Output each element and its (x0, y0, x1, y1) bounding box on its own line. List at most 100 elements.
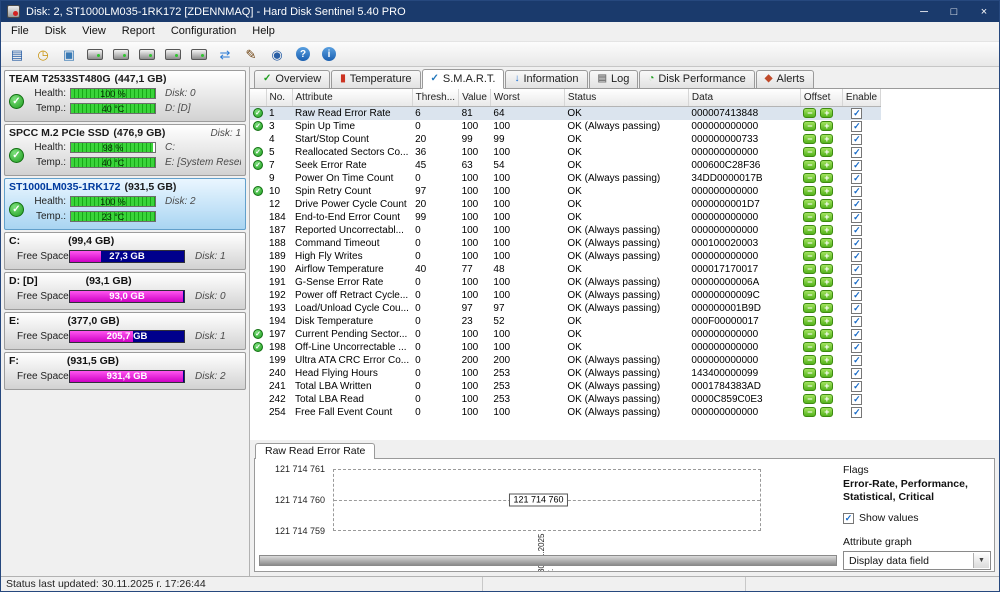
column-header-worst[interactable]: Worst (490, 89, 565, 107)
marker-pen-icon[interactable]: ✎ (239, 44, 263, 65)
enable-checkbox[interactable]: ✓ (851, 108, 863, 119)
column-header-attribute[interactable]: Attribute (292, 89, 413, 107)
menu-configuration[interactable]: Configuration (163, 23, 244, 40)
offset-increase-button[interactable]: + (820, 394, 834, 404)
offset-decrease-button[interactable]: − (803, 238, 817, 248)
menu-report[interactable]: Report (114, 23, 163, 40)
smart-row-12[interactable]: 12 Drive Power Cycle Count 20 100 100 OK 00000… (250, 198, 881, 211)
disk-icon-3[interactable] (135, 44, 159, 65)
menu-help[interactable]: Help (244, 23, 283, 40)
smart-row-188[interactable]: 188 Command Timeout 0 100 100 OK (Always pass… (250, 237, 881, 250)
smart-row-7[interactable]: ✓ 7 Seek Error Rate 45 63 54 OK 000600C28F36 − + ✓ (250, 159, 881, 172)
smart-row-254[interactable]: 254 Free Fall Event Count 0 100 100 OK (Alway… (250, 406, 881, 419)
smart-row-192[interactable]: 192 Power off Retract Cycle... 0 100 100 OK (… (250, 289, 881, 302)
tab-temperature[interactable]: ▮ Temperature (331, 70, 421, 89)
enable-checkbox[interactable]: ✓ (851, 173, 863, 184)
enable-checkbox[interactable]: ✓ (851, 238, 863, 249)
offset-decrease-button[interactable]: − (803, 199, 817, 209)
offset-decrease-button[interactable]: − (803, 160, 817, 170)
column-header-thresh[interactable]: Thresh... (412, 89, 460, 107)
disk-sync-icon[interactable] (187, 44, 211, 65)
enable-checkbox[interactable]: ✓ (851, 329, 863, 340)
offset-decrease-button[interactable]: − (803, 186, 817, 196)
report-icon[interactable]: ▤ (5, 44, 29, 65)
offset-decrease-button[interactable]: − (803, 342, 817, 352)
offset-decrease-button[interactable]: − (803, 277, 817, 287)
partition-item-f[interactable]: F: (931,5 GB) Free Space 931,4 GB Disk: 2 (4, 352, 246, 390)
smart-row-190[interactable]: 190 Airflow Temperature 40 77 48 OK 0000171700… (250, 263, 881, 276)
offset-increase-button[interactable]: + (820, 303, 834, 313)
enable-checkbox[interactable]: ✓ (851, 225, 863, 236)
offset-increase-button[interactable]: + (820, 251, 834, 261)
column-header-enable[interactable]: Enable (842, 89, 882, 107)
offset-increase-button[interactable]: + (820, 407, 834, 417)
offset-decrease-button[interactable]: − (803, 251, 817, 261)
help-icon[interactable]: ? (291, 44, 315, 65)
maximize-button[interactable]: □ (939, 1, 969, 22)
offset-increase-button[interactable]: + (820, 160, 834, 170)
globe-icon[interactable]: ◉ (265, 44, 289, 65)
disk-icon-2[interactable] (109, 44, 133, 65)
offset-increase-button[interactable]: + (820, 381, 834, 391)
smart-row-10[interactable]: ✓ 10 Spin Retry Count 97 100 100 OK 00000000000… (250, 185, 881, 198)
enable-checkbox[interactable]: ✓ (851, 355, 863, 366)
enable-checkbox[interactable]: ✓ (851, 121, 863, 132)
tab-overview[interactable]: ✓ Overview (254, 70, 331, 89)
smart-row-199[interactable]: 199 Ultra ATA CRC Error Co... 0 200 200 OK (A… (250, 354, 881, 367)
enable-checkbox[interactable]: ✓ (851, 160, 863, 171)
offset-increase-button[interactable]: + (820, 225, 834, 235)
offset-increase-button[interactable]: + (820, 173, 834, 183)
enable-checkbox[interactable]: ✓ (851, 251, 863, 262)
enable-checkbox[interactable]: ✓ (851, 394, 863, 405)
offset-decrease-button[interactable]: − (803, 407, 817, 417)
smart-row-5[interactable]: ✓ 5 Reallocated Sectors Co... 36 100 100 OK 000… (250, 146, 881, 159)
smart-row-198[interactable]: ✓ 198 Off-Line Uncorrectable ... 0 100 100 OK 0… (250, 341, 881, 354)
monitor-graph-icon[interactable]: ▣ (57, 44, 81, 65)
offset-increase-button[interactable]: + (820, 316, 834, 326)
smart-row-242[interactable]: 242 Total LBA Read 0 100 253 OK (Always passi… (250, 393, 881, 406)
partition-item-c[interactable]: C: (99,4 GB) Free Space 27,3 GB Disk: 1 (4, 232, 246, 270)
minimize-button[interactable]: ─ (909, 1, 939, 22)
offset-decrease-button[interactable]: − (803, 355, 817, 365)
offset-increase-button[interactable]: + (820, 290, 834, 300)
smart-row-187[interactable]: 187 Reported Uncorrectabl... 0 100 100 OK (Al… (250, 224, 881, 237)
offset-decrease-button[interactable]: − (803, 381, 817, 391)
offset-decrease-button[interactable]: − (803, 134, 817, 144)
disk-item-1[interactable]: SPCC M.2 PCIe SSD (476,9 GB) Disk: 1 ✓ Healt… (4, 124, 246, 176)
enable-checkbox[interactable]: ✓ (851, 134, 863, 145)
offset-increase-button[interactable]: + (820, 212, 834, 222)
column-header-icon[interactable] (250, 89, 267, 107)
disk-item-2[interactable]: ST1000LM035-1RK172 (931,5 GB) ✓ Health: 100 … (4, 178, 246, 230)
offset-decrease-button[interactable]: − (803, 368, 817, 378)
enable-checkbox[interactable]: ✓ (851, 277, 863, 288)
offset-increase-button[interactable]: + (820, 329, 834, 339)
disk-icon-1[interactable] (83, 44, 107, 65)
smart-row-197[interactable]: ✓ 197 Current Pending Sector... 0 100 100 OK 00… (250, 328, 881, 341)
offset-increase-button[interactable]: + (820, 277, 834, 287)
offset-decrease-button[interactable]: − (803, 394, 817, 404)
offset-increase-button[interactable]: + (820, 186, 834, 196)
offset-decrease-button[interactable]: − (803, 147, 817, 157)
enable-checkbox[interactable]: ✓ (851, 199, 863, 210)
enable-checkbox[interactable]: ✓ (851, 303, 863, 314)
tab-alerts[interactable]: ◆ Alerts (755, 70, 814, 89)
menu-disk[interactable]: Disk (37, 23, 74, 40)
menu-file[interactable]: File (3, 23, 37, 40)
enable-checkbox[interactable]: ✓ (851, 186, 863, 197)
smart-row-9[interactable]: 9 Power On Time Count 0 100 100 OK (Always pa… (250, 172, 881, 185)
refresh-icon[interactable]: ⇄ (213, 44, 237, 65)
offset-increase-button[interactable]: + (820, 121, 834, 131)
offset-increase-button[interactable]: + (820, 355, 834, 365)
enable-checkbox[interactable]: ✓ (851, 316, 863, 327)
offset-decrease-button[interactable]: − (803, 316, 817, 326)
offset-decrease-button[interactable]: − (803, 329, 817, 339)
offset-decrease-button[interactable]: − (803, 290, 817, 300)
smart-row-193[interactable]: 193 Load/Unload Cycle Cou... 0 97 97 OK (Alwa… (250, 302, 881, 315)
offset-increase-button[interactable]: + (820, 147, 834, 157)
offset-decrease-button[interactable]: − (803, 225, 817, 235)
tab-log[interactable]: ▤ Log (588, 70, 639, 89)
offset-decrease-button[interactable]: − (803, 121, 817, 131)
enable-checkbox[interactable]: ✓ (851, 342, 863, 353)
column-header-offset[interactable]: Offset (800, 89, 843, 107)
smart-row-191[interactable]: 191 G-Sense Error Rate 0 100 100 OK (Always p… (250, 276, 881, 289)
